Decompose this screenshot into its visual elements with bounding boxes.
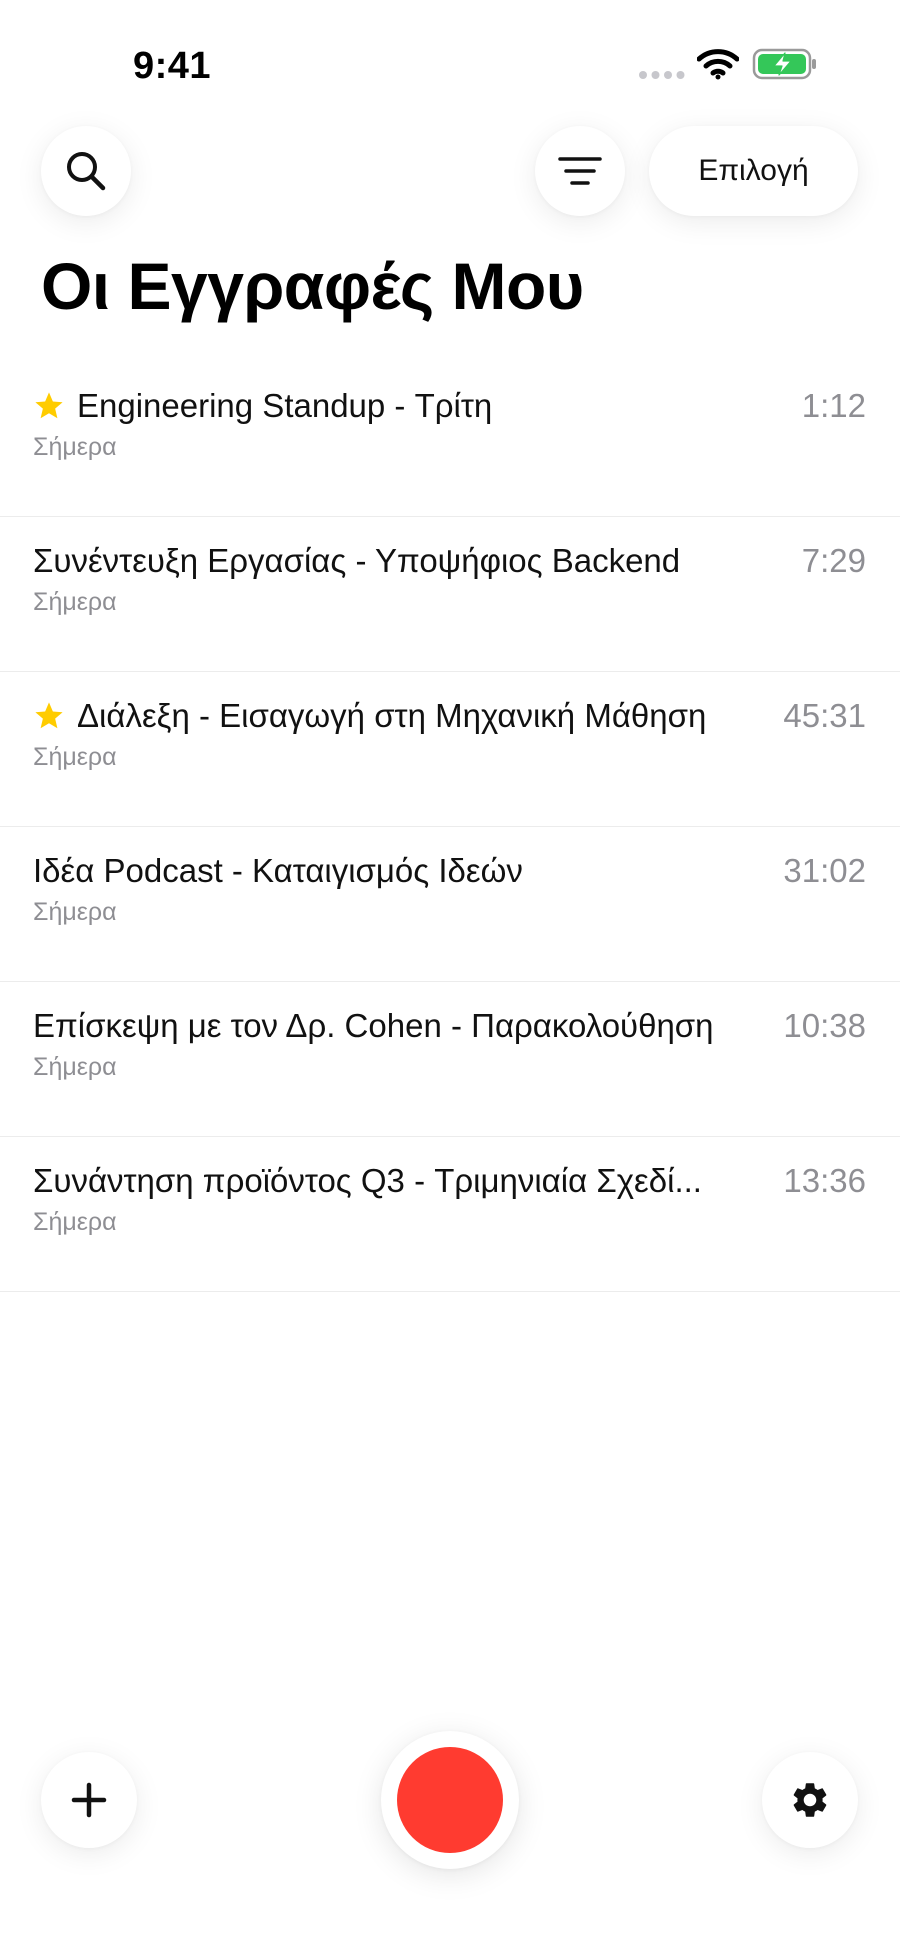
status-bar: 9:41 bbox=[0, 0, 900, 120]
recording-date: Σήμερα bbox=[33, 898, 117, 926]
recording-date: Σήμερα bbox=[33, 433, 117, 461]
filter-button[interactable] bbox=[535, 126, 625, 216]
recording-row[interactable]: Συνάντηση προϊόντος Q3 - Τριμηνιαία Σχεδ… bbox=[0, 1137, 900, 1292]
recording-date: Σήμερα bbox=[33, 1208, 117, 1236]
recording-duration: 7:29 bbox=[801, 542, 866, 579]
recording-row[interactable]: Ιδέα Podcast - Καταιγισμός Ιδεών Σήμερα … bbox=[0, 827, 900, 982]
recording-date: Σήμερα bbox=[33, 1053, 117, 1081]
recording-row[interactable]: Επίσκεψη με τον Δρ. Cohen - Παρακολούθησ… bbox=[0, 982, 900, 1137]
row-title-line: Συνάντηση προϊόντος Q3 - Τριμηνιαία Σχεδ… bbox=[33, 1157, 753, 1205]
signal-dots-icon bbox=[639, 71, 685, 79]
record-icon bbox=[397, 1747, 503, 1853]
recording-row[interactable]: Συνέντευξη Εργασίας - Υποψήφιος Backend … bbox=[0, 517, 900, 672]
recording-title: Διάλεξη - Εισαγωγή στη Μηχανική Μάθηση bbox=[77, 697, 707, 734]
plus-icon bbox=[71, 1782, 107, 1818]
search-icon bbox=[67, 152, 106, 191]
recording-title: Συνέντευξη Εργασίας - Υποψήφιος Backend bbox=[33, 542, 681, 579]
recording-duration: 1:12 bbox=[801, 387, 866, 424]
recording-title: Ιδέα Podcast - Καταιγισμός Ιδεών bbox=[33, 852, 523, 889]
recording-date: Σήμερα bbox=[33, 743, 117, 771]
status-time: 9:41 bbox=[133, 45, 212, 87]
recording-row[interactable]: Engineering Standup - Τρίτη Σήμερα 1:12 bbox=[0, 362, 900, 517]
row-title-line: Επίσκεψη με τον Δρ. Cohen - Παρακολούθησ… bbox=[33, 1002, 753, 1050]
settings-button[interactable] bbox=[762, 1752, 858, 1848]
battery-charging-icon bbox=[752, 48, 816, 80]
search-button[interactable] bbox=[41, 126, 131, 216]
row-title-line: Engineering Standup - Τρίτη bbox=[33, 382, 753, 430]
recording-duration: 45:31 bbox=[783, 697, 866, 734]
page-title: Οι Εγγραφές Μου bbox=[41, 249, 584, 323]
recording-row[interactable]: Διάλεξη - Εισαγωγή στη Μηχανική Μάθηση Σ… bbox=[0, 672, 900, 827]
row-title-line: Συνέντευξη Εργασίας - Υποψήφιος Backend bbox=[33, 537, 753, 585]
recording-duration: 13:36 bbox=[783, 1162, 866, 1199]
gear-icon bbox=[793, 1783, 827, 1817]
recording-title: Επίσκεψη με τον Δρ. Cohen - Παρακολούθησ… bbox=[33, 1007, 714, 1044]
recording-date: Σήμερα bbox=[33, 588, 117, 616]
record-button[interactable] bbox=[381, 1731, 519, 1869]
recording-duration: 10:38 bbox=[783, 1007, 866, 1044]
star-icon bbox=[35, 392, 63, 419]
add-button[interactable] bbox=[41, 1752, 137, 1848]
row-title-line: Ιδέα Podcast - Καταιγισμός Ιδεών bbox=[33, 847, 753, 895]
star-icon bbox=[35, 702, 63, 729]
recording-title: Συνάντηση προϊόντος Q3 - Τριμηνιαία Σχεδ… bbox=[33, 1162, 702, 1199]
row-title-line: Διάλεξη - Εισαγωγή στη Μηχανική Μάθηση bbox=[33, 692, 753, 740]
filter-icon bbox=[558, 157, 602, 185]
recording-duration: 31:02 bbox=[783, 852, 866, 889]
select-button[interactable]: Επιλογή bbox=[649, 126, 858, 216]
wifi-icon bbox=[697, 49, 739, 80]
recording-title: Engineering Standup - Τρίτη bbox=[77, 387, 493, 424]
recordings-list: Engineering Standup - Τρίτη Σήμερα 1:12 … bbox=[0, 362, 900, 1292]
